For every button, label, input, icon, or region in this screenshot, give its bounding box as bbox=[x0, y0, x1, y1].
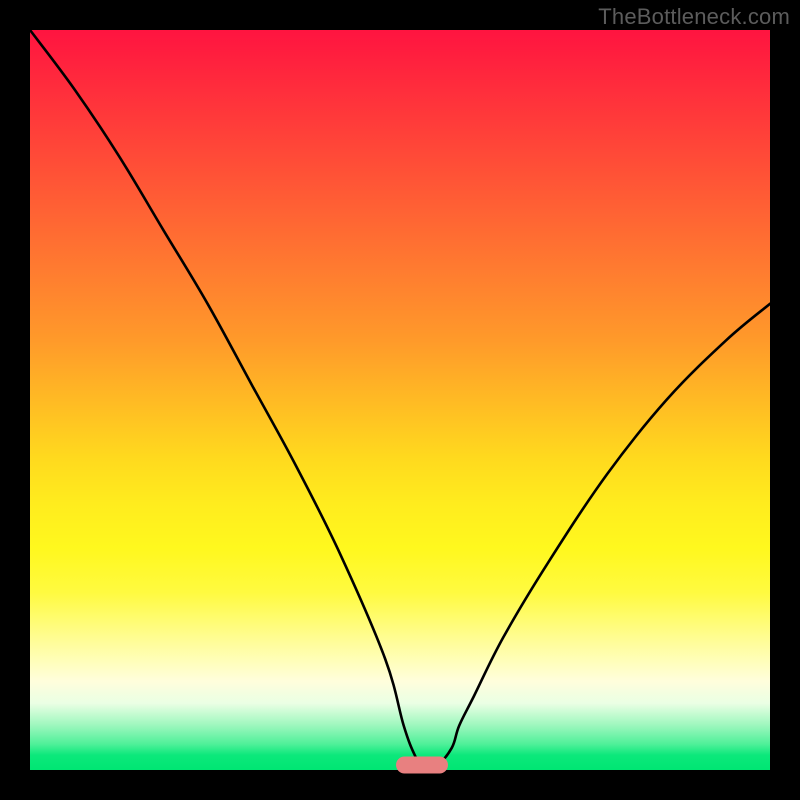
curve-path bbox=[30, 30, 770, 767]
optimal-marker bbox=[396, 756, 448, 773]
chart-container: TheBottleneck.com bbox=[0, 0, 800, 800]
watermark: TheBottleneck.com bbox=[598, 4, 790, 30]
bottleneck-curve bbox=[30, 30, 770, 770]
plot-area bbox=[30, 30, 770, 770]
